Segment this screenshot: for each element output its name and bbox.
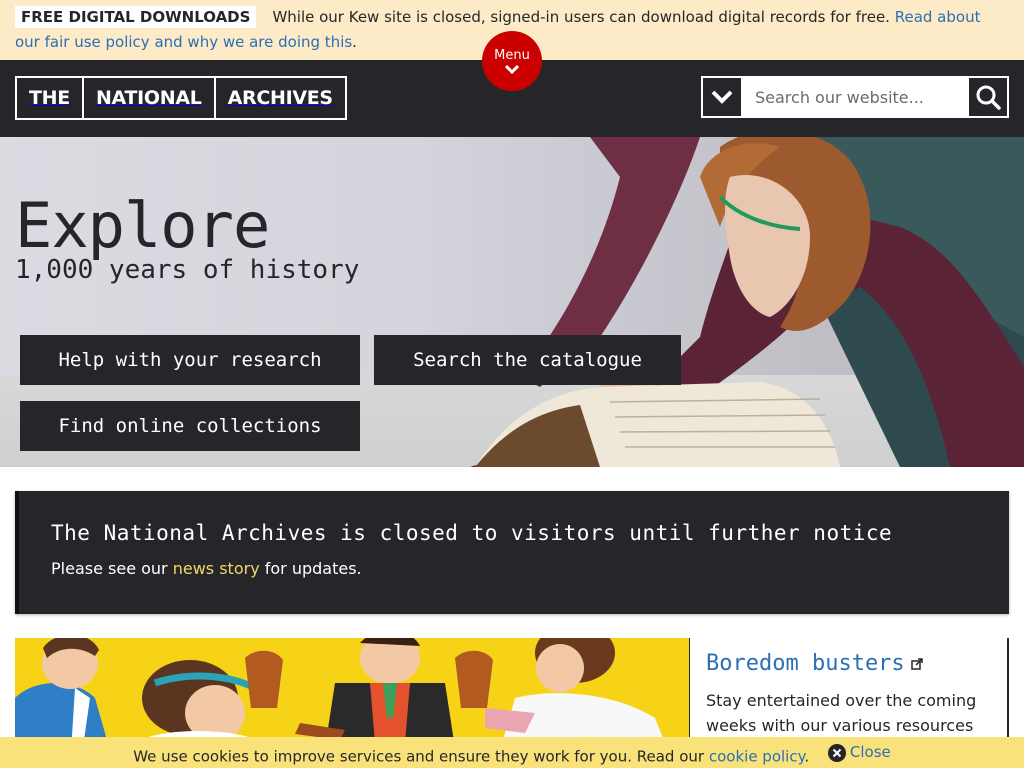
cookie-text: We use cookies to improve services and e… <box>133 747 705 766</box>
closure-text-before: Please see our <box>51 559 168 578</box>
external-link-icon <box>910 658 923 670</box>
chevron-down-icon <box>505 65 519 75</box>
boredom-busters-link[interactable]: Boredom busters <box>706 650 923 678</box>
hero-title: Explore <box>15 189 270 262</box>
cookie-end: . <box>804 747 810 766</box>
menu-label: Menu <box>494 48 530 63</box>
feature-title-text: Boredom busters <box>706 651 905 676</box>
site-search <box>701 76 1009 118</box>
notice-text: While our Kew site is closed, signed-in … <box>272 8 890 26</box>
close-icon <box>827 743 846 762</box>
national-archives-logo[interactable]: THE NATIONAL ARCHIVES <box>15 76 347 120</box>
notice-end: . <box>352 33 357 51</box>
cookie-close-button[interactable]: Close <box>827 737 891 768</box>
cookie-banner: We use cookies to improve services and e… <box>0 737 1024 768</box>
search-button[interactable] <box>969 78 1007 116</box>
logo-word-the: THE <box>29 87 70 109</box>
chevron-down-icon <box>711 90 733 104</box>
cookie-policy-link[interactable]: cookie policy <box>709 748 804 766</box>
closure-notice: The National Archives is closed to visit… <box>15 491 1009 614</box>
logo-word-archives: ARCHIVES <box>213 78 345 118</box>
cookie-close-label: Close <box>849 743 891 761</box>
search-input[interactable] <box>741 78 969 116</box>
find-online-collections-button[interactable]: Find online collections <box>20 401 360 451</box>
notice-tag: FREE DIGITAL DOWNLOADS <box>15 6 257 28</box>
search-scope-toggle[interactable] <box>703 78 741 116</box>
hero-subtitle: 1,000 years of history <box>15 255 360 285</box>
hero-banner: Explore 1,000 years of history Help with… <box>0 137 1024 467</box>
closure-text: Please see our news story for updates. <box>51 557 362 581</box>
closure-text-after: for updates. <box>264 559 362 578</box>
closure-title: The National Archives is closed to visit… <box>51 521 893 545</box>
news-story-link[interactable]: news story <box>173 559 260 578</box>
menu-button[interactable]: Menu <box>482 31 542 91</box>
help-with-research-button[interactable]: Help with your research <box>20 335 360 385</box>
search-icon <box>976 85 1001 110</box>
search-catalogue-button[interactable]: Search the catalogue <box>374 335 681 385</box>
logo-word-national: NATIONAL <box>81 78 214 118</box>
